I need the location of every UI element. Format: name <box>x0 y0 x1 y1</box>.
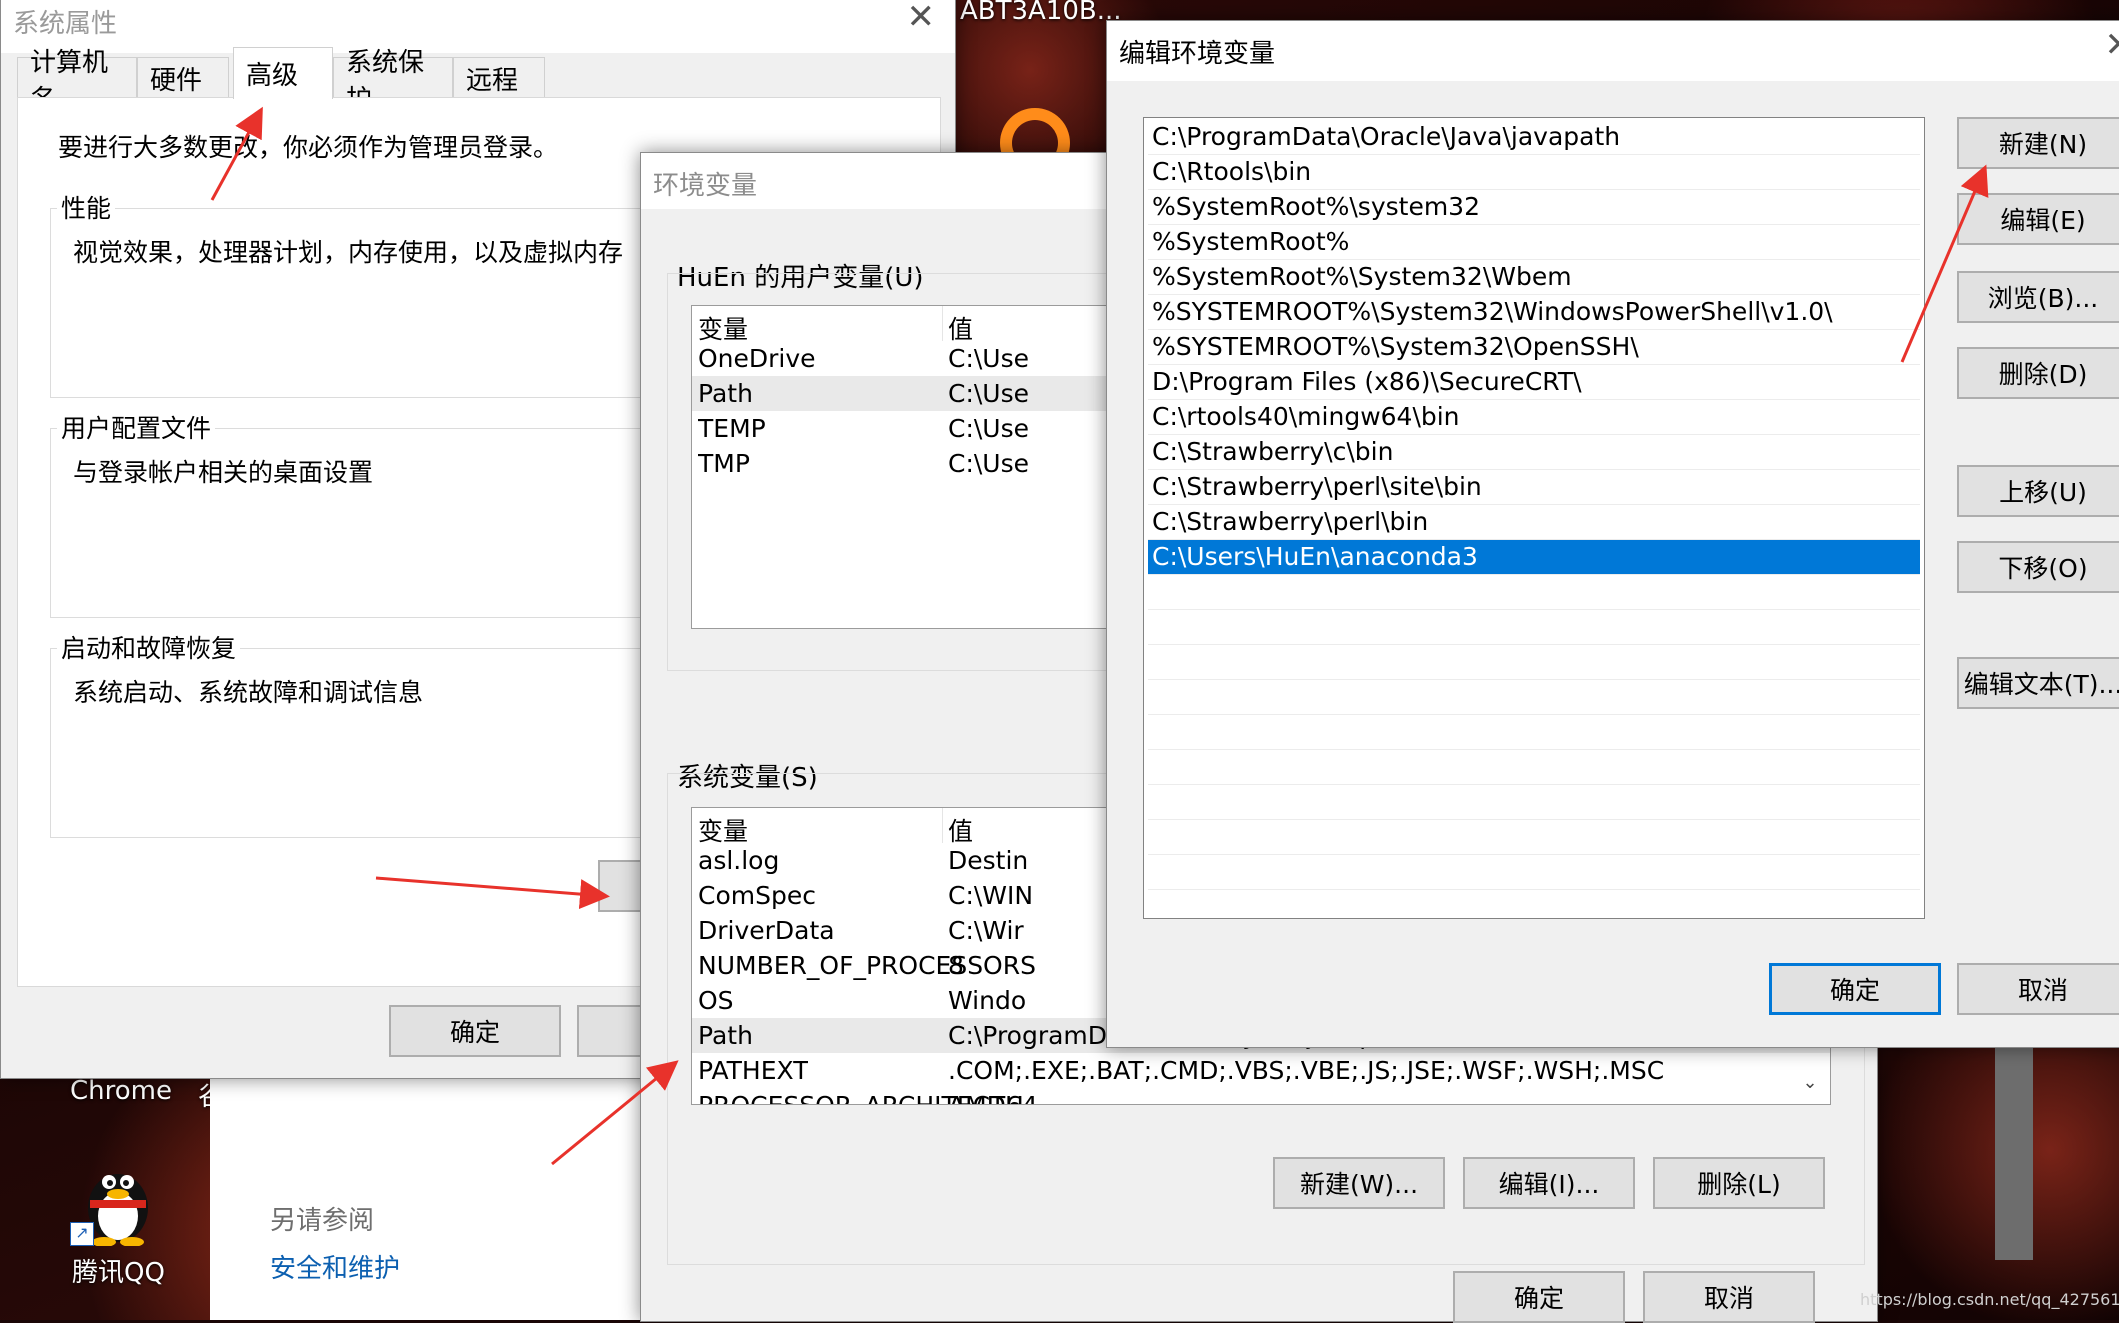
group-description: 与登录帐户相关的桌面设置 <box>73 453 373 489</box>
group-title: 性能 <box>57 189 115 225</box>
variable-name: DriverData <box>698 916 835 945</box>
path-entry[interactable]: C:\ProgramData\Oracle\Java\javapath <box>1148 120 1920 155</box>
admin-note: 要进行大多数更改，你必须作为管理员登录。 <box>58 128 558 164</box>
variable-value: C:\Use <box>948 379 1029 408</box>
path-text: C:\Rtools\bin <box>1152 157 1311 186</box>
background-scrollbar[interactable] <box>1995 1040 2033 1260</box>
empty-row[interactable] <box>1148 750 1920 785</box>
path-text: C:\ProgramData\Oracle\Java\javapath <box>1152 122 1620 151</box>
path-entry[interactable]: C:\Strawberry\perl\site\bin <box>1148 470 1920 505</box>
path-text: %SYSTEMROOT%\System32\WindowsPowerShell\… <box>1152 297 1833 326</box>
security-maintenance-link[interactable]: 安全和维护 <box>270 1248 400 1285</box>
close-icon[interactable]: ✕ <box>907 0 936 37</box>
empty-row[interactable] <box>1148 575 1920 610</box>
edit-env-var-dialog: 编辑环境变量 ✕ C:\ProgramData\Oracle\Java\java… <box>1106 20 2119 1048</box>
edit-text-button[interactable]: 编辑文本(T)... <box>1957 657 2119 709</box>
variable-name: OneDrive <box>698 344 816 373</box>
path-text: C:\Strawberry\perl\site\bin <box>1152 472 1482 501</box>
variable-name: OS <box>698 986 734 1015</box>
variable-value: .COM;.EXE;.BAT;.CMD;.VBS;.VBE;.JS;.JSE;.… <box>948 1056 1794 1085</box>
empty-row[interactable] <box>1148 820 1920 855</box>
tab-system-protection[interactable]: 系统保护 <box>333 57 453 99</box>
path-text: C:\rtools40\mingw64\bin <box>1152 402 1460 431</box>
variable-name: TMP <box>698 449 750 478</box>
path-text: %SYSTEMROOT%\System32\OpenSSH\ <box>1152 332 1639 361</box>
path-entry[interactable]: C:\Rtools\bin <box>1148 155 1920 190</box>
delete-path-button[interactable]: 删除(D) <box>1957 347 2119 399</box>
dialog-title: 系统属性 <box>13 3 117 40</box>
path-text: C:\Users\HuEn\anaconda3 <box>1152 542 1478 571</box>
background-window-title: ABT3A10B... <box>960 0 1122 26</box>
close-icon[interactable]: ✕ <box>2105 25 2119 65</box>
system-new-button[interactable]: 新建(W)... <box>1273 1157 1445 1209</box>
desktop-label-qq[interactable]: 腾讯QQ <box>72 1252 165 1289</box>
path-entry[interactable]: C:\Strawberry\perl\bin <box>1148 505 1920 540</box>
chevron-down-icon[interactable]: ⌄ <box>1796 1072 1824 1100</box>
group-title: 启动和故障恢复 <box>57 629 240 665</box>
variable-value: AMD64 <box>948 1091 1794 1105</box>
system-properties-titlebar[interactable]: 系统属性 ✕ <box>1 0 955 53</box>
shortcut-arrow-icon: ↗ <box>70 1222 94 1246</box>
group-description: 系统启动、系统故障和调试信息 <box>73 673 423 709</box>
ok-button[interactable]: 确定 <box>1769 963 1941 1015</box>
path-entry[interactable]: C:\Strawberry\c\bin <box>1148 435 1920 470</box>
move-down-button[interactable]: 下移(O) <box>1957 541 2119 593</box>
group-description: 视觉效果，处理器计划，内存使用，以及虚拟内存 <box>73 233 623 269</box>
variable-name: ComSpec <box>698 881 816 910</box>
table-row[interactable]: PROCESSOR_ARCHITECTU... AMD64 <box>692 1088 1830 1105</box>
cancel-button[interactable]: 取消 <box>1957 963 2119 1015</box>
empty-row[interactable] <box>1148 610 1920 645</box>
ok-button[interactable]: 确定 <box>389 1005 561 1057</box>
variable-name: TEMP <box>698 414 766 443</box>
edit-path-button[interactable]: 编辑(E) <box>1957 193 2119 245</box>
group-title: 用户配置文件 <box>57 409 215 445</box>
new-path-button[interactable]: 新建(N) <box>1957 117 2119 169</box>
variable-name: Path <box>698 1021 753 1050</box>
control-panel-fragment: 另请参阅 安全和维护 <box>210 1050 650 1320</box>
path-entry[interactable]: C:\rtools40\mingw64\bin <box>1148 400 1920 435</box>
path-entry[interactable]: %SystemRoot% <box>1148 225 1920 260</box>
system-delete-button[interactable]: 删除(L) <box>1653 1157 1825 1209</box>
variable-name: Path <box>698 379 753 408</box>
path-entries-list[interactable]: C:\ProgramData\Oracle\Java\javapath C:\R… <box>1143 117 1925 919</box>
variable-name: PATHEXT <box>698 1056 808 1085</box>
variable-value: C:\Use <box>948 449 1029 478</box>
empty-row[interactable] <box>1148 785 1920 820</box>
see-also-heading: 另请参阅 <box>270 1200 374 1237</box>
edit-env-titlebar[interactable]: 编辑环境变量 ✕ <box>1107 21 2119 81</box>
path-text: C:\Strawberry\c\bin <box>1152 437 1393 466</box>
cancel-button[interactable]: 取消 <box>1643 1271 1815 1323</box>
path-entry[interactable]: %SystemRoot%\System32\Wbem <box>1148 260 1920 295</box>
path-entry[interactable]: %SystemRoot%\system32 <box>1148 190 1920 225</box>
tab-computer-name[interactable]: 计算机名 <box>17 57 137 99</box>
path-text: D:\Program Files (x86)\SecureCRT\ <box>1152 367 1582 396</box>
path-text: %SystemRoot%\system32 <box>1152 192 1480 221</box>
dialog-title: 环境变量 <box>653 165 757 202</box>
table-row[interactable]: PATHEXT .COM;.EXE;.BAT;.CMD;.VBS;.VBE;.J… <box>692 1053 1830 1088</box>
empty-row[interactable] <box>1148 855 1920 890</box>
tab-remote[interactable]: 远程 <box>453 57 545 99</box>
ok-button[interactable]: 确定 <box>1453 1271 1625 1323</box>
path-entry-selected[interactable]: C:\Users\HuEn\anaconda3 <box>1148 540 1920 575</box>
path-text: %SystemRoot%\System32\Wbem <box>1152 262 1572 291</box>
empty-row[interactable] <box>1148 645 1920 680</box>
empty-row[interactable] <box>1148 680 1920 715</box>
path-entry[interactable]: D:\Program Files (x86)\SecureCRT\ <box>1148 365 1920 400</box>
path-entry[interactable]: %SYSTEMROOT%\System32\WindowsPowerShell\… <box>1148 295 1920 330</box>
empty-row[interactable] <box>1148 715 1920 750</box>
tab-hardware[interactable]: 硬件 <box>137 57 229 99</box>
path-entry[interactable]: %SYSTEMROOT%\System32\OpenSSH\ <box>1148 330 1920 365</box>
variable-value: C:\Use <box>948 414 1029 443</box>
path-text: %SystemRoot% <box>1152 227 1349 256</box>
move-up-button[interactable]: 上移(U) <box>1957 465 2119 517</box>
browse-button[interactable]: 浏览(B)... <box>1957 271 2119 323</box>
variable-name: asl.log <box>698 846 779 875</box>
path-text: C:\Strawberry\perl\bin <box>1152 507 1428 536</box>
system-edit-button[interactable]: 编辑(I)... <box>1463 1157 1635 1209</box>
variable-value: C:\Use <box>948 344 1029 373</box>
desktop-label-chrome[interactable]: Chrome <box>70 1076 172 1106</box>
tab-advanced[interactable]: 高级 <box>233 47 333 99</box>
dialog-title: 编辑环境变量 <box>1119 33 1275 70</box>
watermark: https://blog.csdn.net/qq_42756195 <box>1860 1290 2119 1309</box>
